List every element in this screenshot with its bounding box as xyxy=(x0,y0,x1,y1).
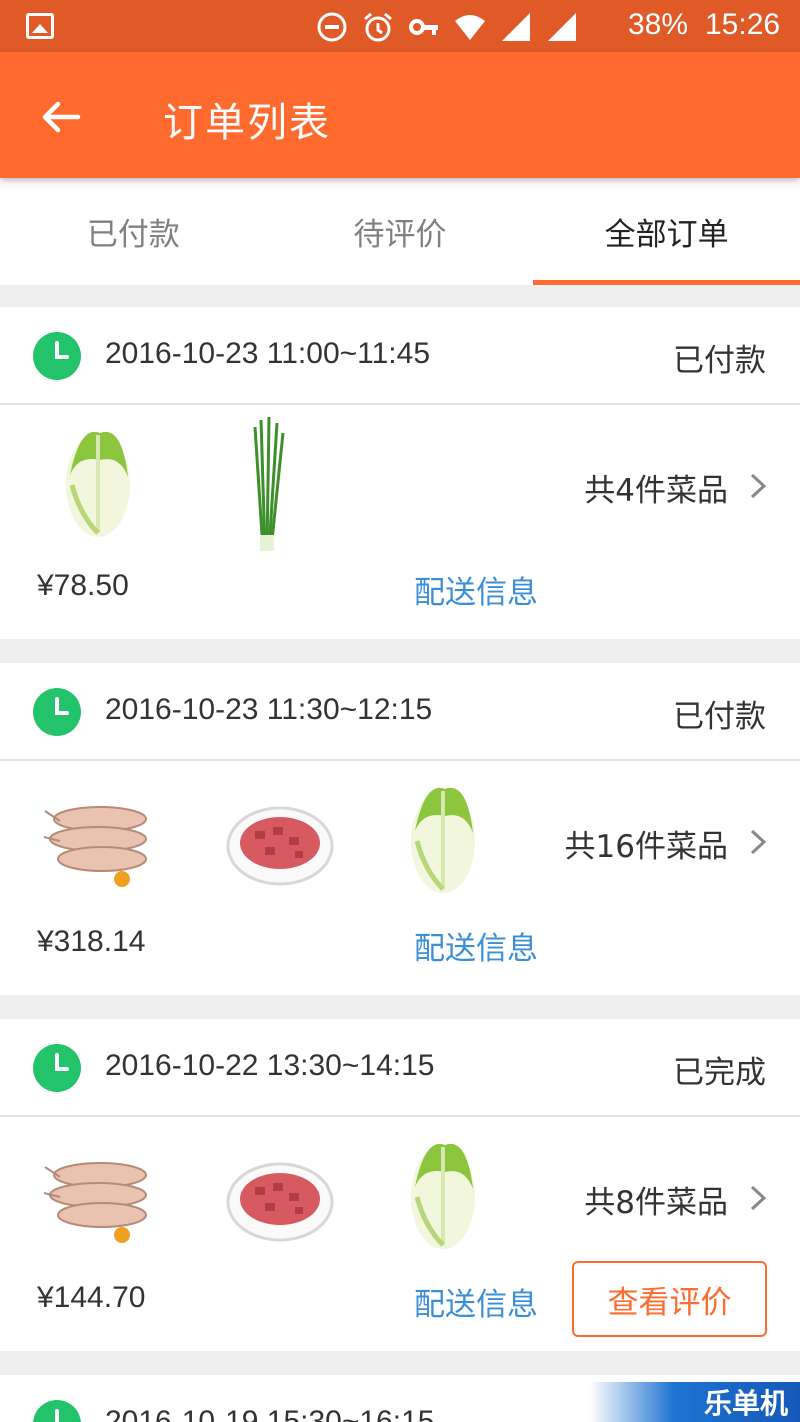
delivery-time-slot: 2016-10-23 11:30~12:15 xyxy=(105,693,433,726)
order-status: 已付款 xyxy=(673,343,766,379)
delivery-info-link[interactable]: 配送信息 xyxy=(414,567,538,612)
clock-icon xyxy=(33,1044,81,1092)
clock-time: 15:26 xyxy=(705,8,781,41)
do-not-disturb-icon xyxy=(317,12,347,42)
shrimp-image xyxy=(43,806,147,887)
order-card[interactable]: 2016-10-23 11:30~12:15 已付款 共16件菜品 ¥318.1… xyxy=(0,663,800,995)
wifi-icon xyxy=(455,15,485,40)
shrimp-image xyxy=(43,1162,147,1243)
vpn-key-icon xyxy=(409,19,438,35)
gallery-notification-icon xyxy=(26,13,54,39)
delivery-info-link[interactable]: 配送信息 xyxy=(414,1279,538,1324)
order-status: 已付款 xyxy=(673,699,766,735)
status-icons xyxy=(316,10,578,44)
cabbage-image xyxy=(411,1143,475,1249)
app-bar: 订单列表 xyxy=(0,52,800,178)
tab-bar: 已付款 待评价 全部订单 xyxy=(0,178,800,285)
tab-paid[interactable]: 已付款 xyxy=(0,178,267,285)
page-title: 订单列表 xyxy=(163,100,331,146)
alarm-icon xyxy=(364,12,392,42)
item-count: 共16件菜品 xyxy=(564,829,728,865)
watermark-logo: 乐单机 xyxy=(590,1382,800,1422)
order-card[interactable]: 2016-10-23 11:00~11:45 已付款 共4件菜品 ¥78.50 … xyxy=(0,307,800,639)
delivery-time-slot: 2016-10-22 13:30~14:15 xyxy=(105,1049,435,1082)
order-price: ¥78.50 xyxy=(37,569,129,602)
order-header: 2016-10-22 13:30~14:15 已完成 xyxy=(0,1019,800,1117)
clock-icon xyxy=(33,1400,81,1422)
delivery-info-link[interactable]: 配送信息 xyxy=(414,923,538,968)
view-review-button[interactable]: 查看评价 xyxy=(572,1261,767,1337)
tab-to-review[interactable]: 待评价 xyxy=(267,178,534,285)
cabbage-image xyxy=(66,431,130,537)
chevron-right-icon[interactable] xyxy=(746,1183,770,1213)
diced-meat-image xyxy=(226,806,334,886)
chevron-right-icon[interactable] xyxy=(746,471,770,501)
delivery-time-slot: 2016-10-23 11:00~11:45 xyxy=(105,337,431,370)
order-body: 共4件菜品 ¥78.50 配送信息 xyxy=(0,405,800,639)
status-bar: 38% 15:26 xyxy=(0,0,800,52)
order-body: 共16件菜品 ¥318.14 配送信息 xyxy=(0,761,800,995)
cabbage-image xyxy=(411,787,475,893)
clock-icon xyxy=(33,332,81,380)
battery-level: 38% xyxy=(628,8,689,41)
chevron-right-icon[interactable] xyxy=(746,827,770,857)
back-arrow-icon[interactable] xyxy=(36,92,86,142)
order-status: 已完成 xyxy=(673,1055,766,1091)
order-header: 2016-10-23 11:00~11:45 已付款 xyxy=(0,307,800,405)
signal-2-icon xyxy=(548,13,576,41)
signal-icon xyxy=(502,13,530,41)
delivery-time-slot: 2016-10-19 15:30~16:15 xyxy=(105,1405,435,1422)
clock-icon xyxy=(33,688,81,736)
diced-meat-image xyxy=(226,1162,334,1242)
item-count: 共4件菜品 xyxy=(584,473,728,509)
order-body: 共8件菜品 ¥144.70 配送信息 查看评价 xyxy=(0,1117,800,1351)
tab-all-orders[interactable]: 全部订单 xyxy=(533,178,800,285)
order-card[interactable]: 2016-10-22 13:30~14:15 已完成 共8件菜品 ¥144.70… xyxy=(0,1019,800,1351)
item-count: 共8件菜品 xyxy=(584,1185,728,1221)
order-header: 2016-10-23 11:30~12:15 已付款 xyxy=(0,663,800,761)
order-price: ¥318.14 xyxy=(37,925,146,958)
order-price: ¥144.70 xyxy=(37,1281,146,1314)
chives-image xyxy=(253,416,285,551)
